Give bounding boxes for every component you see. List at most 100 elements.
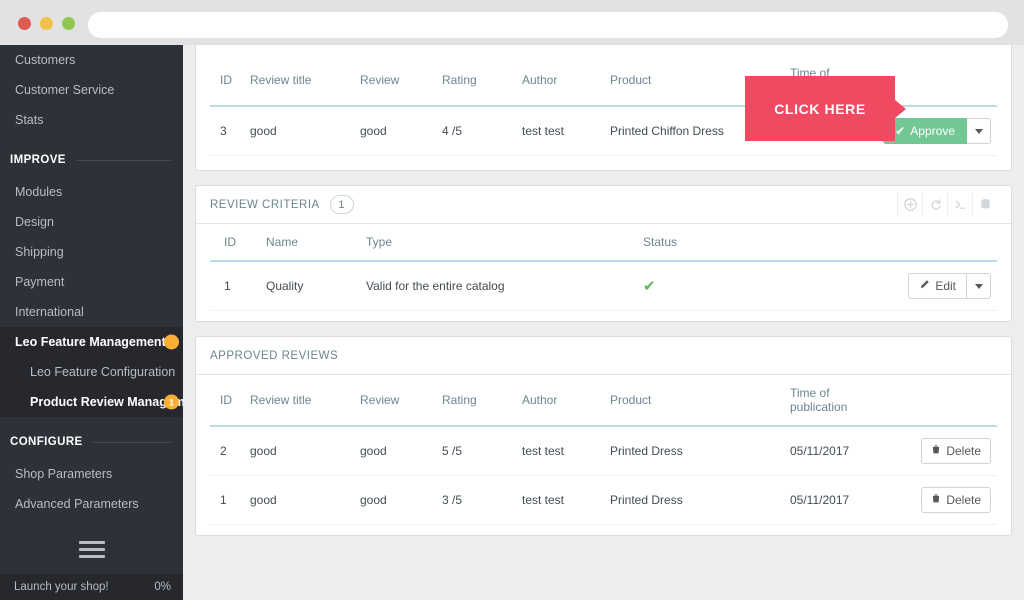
sidebar: Customers Customer Service Stats IMPROVE… — [0, 45, 183, 600]
cell-id: 1 — [210, 475, 244, 525]
column-header-type: Type — [360, 224, 637, 262]
click-here-callout: CLICK HERE — [745, 76, 895, 141]
cell-title: good — [244, 106, 354, 156]
sidebar-item-customers[interactable]: Customers — [0, 45, 183, 75]
edit-dropdown-toggle[interactable] — [967, 273, 991, 299]
sidebar-item-label: Customers — [15, 53, 76, 67]
cell-status: ✔ — [637, 261, 877, 311]
maximize-window-icon[interactable] — [62, 17, 75, 30]
delete-button-label: Delete — [946, 444, 981, 458]
panel-title: APPROVED REVIEWS — [210, 349, 339, 362]
cell-product: Printed Dress — [604, 475, 784, 525]
sidebar-item-advanced-parameters[interactable]: Advanced Parameters — [0, 489, 183, 519]
terminal-icon[interactable] — [947, 192, 972, 217]
table-row[interactable]: 1 good good 3 /5 test test Printed Dress… — [210, 475, 997, 525]
cell-actions: Delete — [877, 475, 997, 525]
column-header-review: Review — [354, 375, 436, 427]
approved-reviews-table-wrap: ID Review title Review Rating Author Pro… — [196, 375, 1011, 535]
database-icon[interactable] — [972, 192, 997, 217]
approve-button-label: Approve — [910, 124, 955, 138]
sidebar-section-improve: IMPROVE — [0, 143, 183, 177]
sidebar-item-label: Payment — [15, 275, 65, 289]
approve-dropdown-toggle[interactable] — [967, 118, 991, 144]
sidebar-item-payment[interactable]: Payment — [0, 267, 183, 297]
review-criteria-panel: REVIEW CRITERIA 1 ID Name Type Status 1 … — [195, 185, 1012, 322]
cell-author: test test — [516, 475, 604, 525]
column-header-actions — [877, 224, 997, 262]
sidebar-group-leo-feature-management: Leo Feature Management Leo Feature Confi… — [0, 327, 183, 417]
sidebar-item-label: Leo Feature Configuration — [30, 365, 176, 379]
section-divider — [92, 441, 171, 443]
column-header-title: Review title — [244, 375, 354, 427]
refresh-icon[interactable] — [922, 192, 947, 217]
hamburger-bar — [78, 555, 105, 558]
window-controls — [18, 17, 75, 30]
browser-chrome — [0, 0, 1024, 45]
sidebar-item-label: Modules — [15, 185, 63, 199]
sidebar-item-product-review-management[interactable]: Product Review Manageme... 1 — [0, 387, 183, 417]
cell-title: good — [244, 426, 354, 476]
panel-title: REVIEW CRITERIA — [210, 198, 320, 211]
cell-type: Valid for the entire catalog — [360, 261, 637, 311]
cell-actions: Edit — [877, 261, 997, 311]
minimize-window-icon[interactable] — [40, 17, 53, 30]
sidebar-item-customer-service[interactable]: Customer Service — [0, 75, 183, 105]
notification-badge-icon — [164, 334, 179, 350]
sidebar-item-label: Shop Parameters — [15, 467, 113, 481]
sidebar-item-label: Stats — [15, 113, 44, 127]
table-header-row: ID Name Type Status — [210, 224, 997, 262]
cell-rating: 5 /5 — [436, 426, 516, 476]
sidebar-item-label: Leo Feature Management — [15, 335, 166, 349]
delete-button[interactable]: Delete — [921, 438, 991, 464]
column-header-title: Review title — [244, 55, 354, 107]
edit-button[interactable]: Edit — [908, 273, 967, 299]
column-header-rating: Rating — [436, 55, 516, 107]
column-header-author: Author — [516, 55, 604, 107]
sidebar-item-design[interactable]: Design — [0, 207, 183, 237]
address-bar[interactable] — [88, 12, 1008, 38]
cell-review: good — [354, 426, 436, 476]
panel-toolbar — [897, 192, 997, 217]
menu-collapse-icon[interactable] — [78, 541, 105, 558]
cell-title: good — [244, 475, 354, 525]
edit-button-group: Edit — [908, 273, 991, 299]
delete-button[interactable]: Delete — [921, 487, 991, 513]
sidebar-section-label: IMPROVE — [10, 154, 66, 166]
close-window-icon[interactable] — [18, 17, 31, 30]
launch-shop-percent: 0% — [154, 581, 171, 593]
cell-rating: 3 /5 — [436, 475, 516, 525]
cell-id: 1 — [210, 261, 260, 311]
sidebar-item-shop-parameters[interactable]: Shop Parameters — [0, 459, 183, 489]
sidebar-item-leo-feature-management[interactable]: Leo Feature Management — [0, 327, 183, 357]
sidebar-item-label: Design — [15, 215, 54, 229]
table-row[interactable]: 1 Quality Valid for the entire catalog ✔ — [210, 261, 997, 311]
cell-author: test test — [516, 106, 604, 156]
cell-name: Quality — [260, 261, 360, 311]
sidebar-item-international[interactable]: International — [0, 297, 183, 327]
sidebar-item-stats[interactable]: Stats — [0, 105, 183, 135]
sidebar-item-leo-feature-configuration[interactable]: Leo Feature Configuration — [0, 357, 183, 387]
column-header-id: ID — [210, 224, 260, 262]
sidebar-section-label: CONFIGURE — [10, 436, 83, 448]
chevron-down-icon — [974, 128, 983, 134]
column-header-id: ID — [210, 375, 244, 427]
column-header-time: Time of publication — [784, 375, 877, 427]
sidebar-item-shipping[interactable]: Shipping — [0, 237, 183, 267]
approved-reviews-header: APPROVED REVIEWS — [196, 337, 1011, 375]
cell-review: good — [354, 475, 436, 525]
review-criteria-table: ID Name Type Status 1 Quality Valid for … — [210, 224, 997, 311]
cell-author: test test — [516, 426, 604, 476]
table-row[interactable]: 2 good good 5 /5 test test Printed Dress… — [210, 426, 997, 476]
approved-reviews-table: ID Review title Review Rating Author Pro… — [210, 375, 997, 525]
hamburger-bar — [78, 548, 105, 551]
sidebar-item-modules[interactable]: Modules — [0, 177, 183, 207]
chevron-down-icon — [974, 283, 983, 289]
cell-id: 3 — [210, 106, 244, 156]
approve-button[interactable]: ✔ Approve — [883, 118, 967, 144]
sidebar-item-label: Advanced Parameters — [15, 497, 139, 511]
add-icon[interactable] — [897, 192, 922, 217]
delete-button-label: Delete — [946, 493, 981, 507]
launch-shop-label: Launch your shop! — [14, 581, 109, 593]
status-enabled-check-icon: ✔ — [643, 278, 656, 295]
launch-shop-progress[interactable]: Launch your shop! 0% — [0, 574, 183, 600]
